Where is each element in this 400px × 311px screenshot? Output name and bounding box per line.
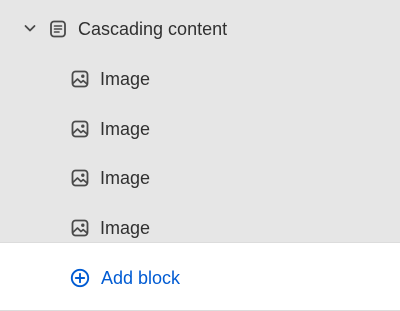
block-label: Image xyxy=(100,69,151,89)
block-row-image[interactable]: Image xyxy=(0,156,400,200)
block-label: Image xyxy=(100,218,151,238)
section-row-cascading-content[interactable]: Cascading content xyxy=(0,8,400,50)
block-label: Image xyxy=(100,168,151,188)
block-row-image[interactable]: Image xyxy=(0,57,400,101)
image-icon xyxy=(70,218,90,238)
image-icon xyxy=(70,119,90,139)
section-icon xyxy=(48,19,68,39)
block-row-image[interactable]: Image xyxy=(0,107,400,151)
chevron-down-icon[interactable] xyxy=(22,20,38,36)
block-label: Image xyxy=(100,119,151,139)
add-block-button[interactable]: Add block xyxy=(62,256,188,300)
section-label: Cascading content xyxy=(78,19,228,39)
add-block-area: Add block xyxy=(0,242,400,311)
add-block-label: Add block xyxy=(101,268,181,288)
image-icon xyxy=(70,69,90,89)
image-icon xyxy=(70,168,90,188)
plus-circle-icon xyxy=(70,268,90,288)
